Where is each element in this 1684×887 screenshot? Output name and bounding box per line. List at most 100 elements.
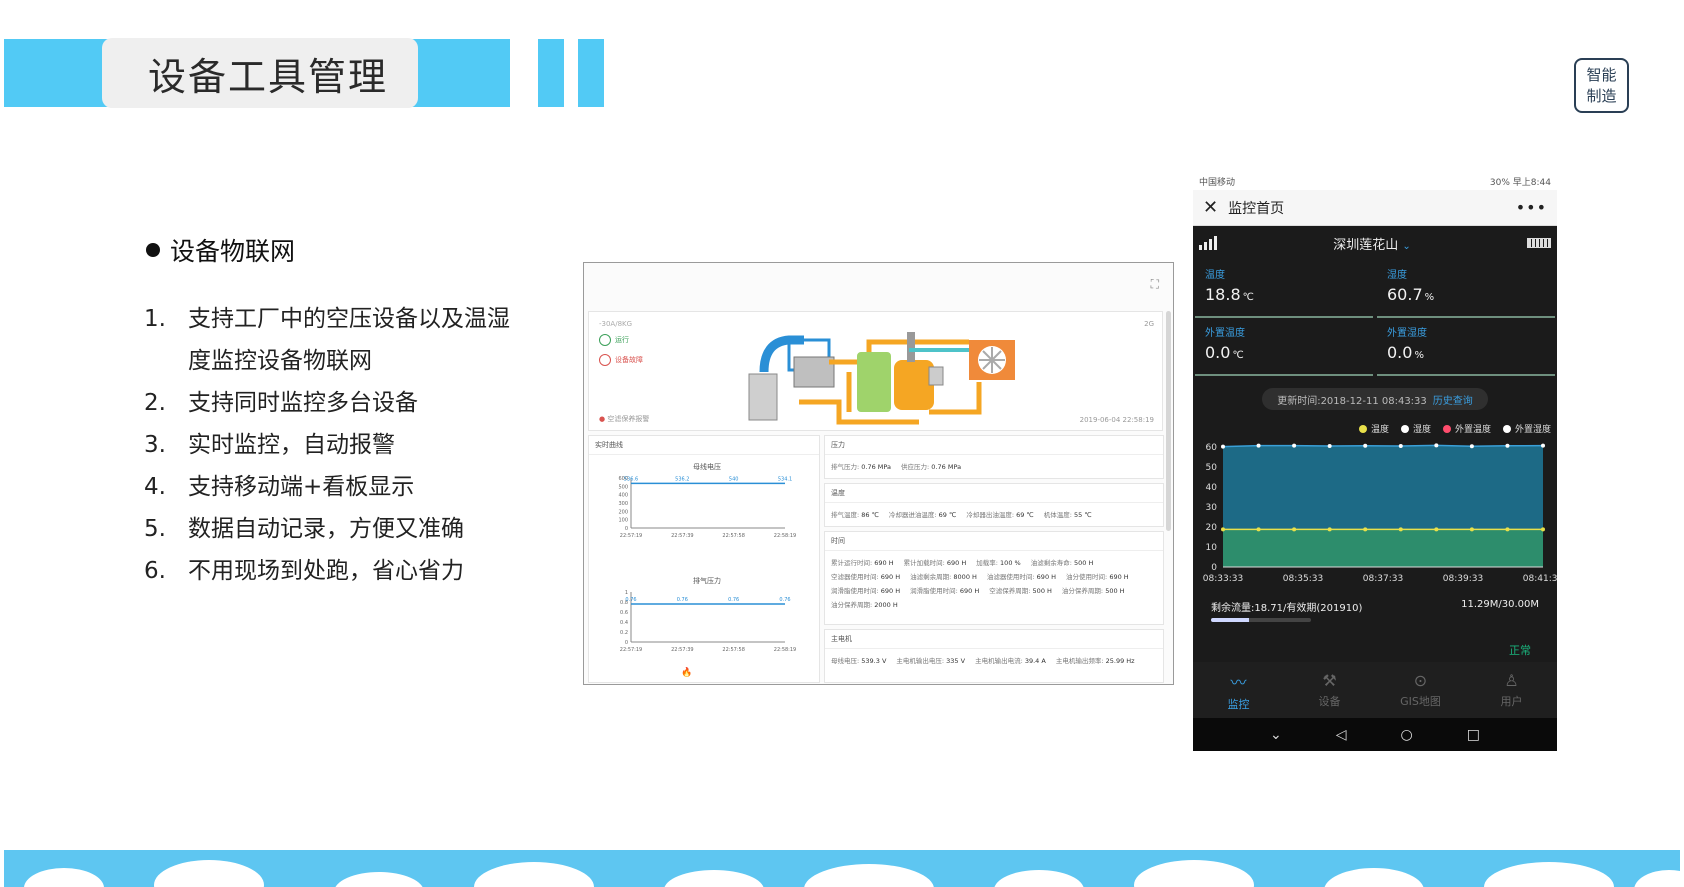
fullscreen-icon[interactable]: ⛶: [1151, 277, 1159, 292]
scrollbar[interactable]: [1166, 311, 1171, 531]
data-label: 540: [729, 476, 739, 482]
tick-label: 0.2: [620, 630, 628, 636]
desktop-dashboard: ⛶ -30A/8KG 运行 设备故障 ● 空滤保养报警 2G 2019-06-0…: [583, 262, 1174, 685]
series-area: [1223, 529, 1543, 567]
data-point: [1398, 527, 1403, 532]
data-point: [1434, 527, 1439, 532]
title-stripe: [578, 39, 604, 107]
tab-device[interactable]: ⚒ 设备: [1284, 662, 1375, 718]
chart-legend: 温度 湿度 外置温度 外置湿度: [1193, 410, 1557, 435]
map-pin-icon: ⊙: [1413, 671, 1428, 690]
data-point: [1327, 527, 1332, 532]
metric-value: 母线电压: 539.3 V: [831, 657, 887, 665]
list-item: 5. 数据自动记录，方便又准确: [144, 516, 464, 542]
legend-item[interactable]: 外置温度: [1442, 422, 1491, 435]
list-item: 4. 支持移动端+看板显示: [144, 474, 415, 500]
metric-value: 主电机输出电压: 335 V: [896, 657, 966, 665]
tick-label: 22:57:39: [671, 533, 693, 539]
temperature-values: 排气温度: 86 ℃ 冷却器进油温度: 69 ℃ 冷却器出油温度: 69 ℃ 机体温度…: [825, 503, 1163, 519]
list-item: 2. 支持同时监控多台设备: [144, 390, 418, 416]
data-point: [1434, 443, 1439, 448]
pressure-panel: 压力 排气压力: 0.76 MPa 供应压力: 0.76 MPa: [824, 435, 1164, 479]
panel-title: 主电机: [825, 630, 1163, 649]
metric-value: 空滤保养周期: 500 H: [989, 587, 1052, 595]
realtime-chart-panel: 实时曲线 母线电压 600 500 400 300 200 100 0 22:57:19 22:…: [588, 435, 820, 683]
metric-value: 润滑脂使用时间: 690 H: [831, 587, 901, 595]
flame-icon: 🔥: [681, 668, 693, 678]
chevron-down-icon: ⌄: [1402, 240, 1411, 252]
tick-label: 22:57:19: [620, 647, 642, 653]
panel-title: 实时曲线: [589, 436, 819, 455]
y-tick-label: 40: [1206, 483, 1218, 493]
tick-label: 0.6: [620, 610, 628, 616]
history-link[interactable]: 历史查询: [1433, 392, 1473, 407]
external-temperature-cell: 外置温度 0.0 ℃: [1195, 318, 1373, 376]
tick-label: 500: [618, 484, 628, 490]
tick-label: 1: [625, 590, 628, 596]
recents-icon[interactable]: □: [1467, 727, 1480, 743]
data-label: 536.6: [624, 476, 638, 482]
legend-item[interactable]: 湿度: [1400, 422, 1431, 435]
data-label: 0.76: [779, 597, 790, 603]
section-heading: 设备物联网: [146, 232, 295, 268]
metric-value: 油分使用时间: 690 H: [1066, 573, 1129, 581]
x-tick-label: 08:35:33: [1283, 574, 1323, 584]
x-tick-label: 08:37:33: [1363, 574, 1403, 584]
signal-icon: [1199, 236, 1217, 250]
more-icon[interactable]: •••: [1516, 198, 1547, 217]
tick-label: 22:57:39: [671, 647, 693, 653]
list-item: 6. 不用现场到处跑，省心省力: [144, 558, 464, 584]
tab-gis-map[interactable]: ⊙ GIS地图: [1375, 662, 1466, 718]
metric-value: 主电机输出电流: 39.4 A: [975, 657, 1046, 665]
slide-title: 设备工具管理: [102, 38, 418, 108]
data-point: [1327, 444, 1332, 448]
humidity-cell: 湿度 60.7%: [1377, 260, 1555, 318]
tick-label: 0: [625, 640, 628, 646]
temperature-cell: 温度 18.8 ℃: [1195, 260, 1373, 318]
close-icon[interactable]: ✕: [1203, 197, 1218, 218]
metric-value: 供应压力: 0.76 MPa: [901, 463, 962, 471]
tab-monitor[interactable]: 〰监控: [1193, 662, 1284, 718]
data-point: [1541, 527, 1545, 532]
tab-user[interactable]: ♙ 用户: [1466, 662, 1557, 718]
system-nav-bar: ⌄ ◁ ○ □: [1193, 718, 1557, 751]
chevron-down-icon[interactable]: ⌄: [1270, 727, 1282, 743]
data-point: [1469, 444, 1474, 449]
location-header: 深圳莲花山 ⌄: [1193, 226, 1557, 260]
flow-progress-bar: [1211, 618, 1311, 622]
tick-label: 22:58:19: [774, 647, 796, 653]
back-icon[interactable]: ◁: [1336, 727, 1347, 743]
data-point: [1505, 443, 1510, 448]
metric-value: 累计运行时间: 690 H: [831, 559, 894, 567]
nav-bar: ✕ 监控首页 •••: [1193, 190, 1557, 226]
tick-label: 22:58:19: [774, 533, 796, 539]
bullet-icon: [146, 243, 160, 257]
legend-item[interactable]: 外置湿度: [1502, 422, 1551, 435]
mobile-app: 中国移动 30% 早上8:44 ✕ 监控首页 ••• 深圳莲花山 ⌄ 温度 18…: [1193, 172, 1557, 751]
x-tick-label: 08:39:33: [1443, 574, 1483, 584]
legend-item[interactable]: 温度: [1358, 422, 1389, 435]
location-selector[interactable]: 深圳莲花山 ⌄: [1333, 234, 1411, 253]
data-point: [1221, 527, 1225, 532]
tick-label: 0.4: [620, 620, 628, 626]
battery-icon: [1526, 238, 1551, 248]
data-point: [1256, 527, 1261, 532]
tick-label: 100: [618, 518, 628, 524]
tools-icon: ⚒: [1322, 671, 1337, 690]
panel-title: 时间: [825, 532, 1163, 551]
panel-title: 温度: [825, 484, 1163, 503]
data-point: [1469, 527, 1474, 532]
data-point: [1256, 443, 1261, 448]
bus-voltage-chart: 600500400300200100022:57:19 22:57:39 22:57…: [618, 476, 796, 539]
home-icon[interactable]: ○: [1401, 727, 1413, 743]
flow-status: 正常: [1509, 644, 1531, 657]
metric-value: 累计加载时间: 690 H: [903, 559, 967, 567]
user-icon: ♙: [1504, 671, 1519, 690]
metric-value: 油滤剩余周期: 8000 H: [910, 573, 977, 581]
tab-bar: 〰监控 ⚒ 设备 ⊙ GIS地图 ♙ 用户: [1193, 662, 1557, 718]
update-time-pill: 更新时间:2018-12-11 08:43:33 历史查询: [1262, 388, 1488, 410]
y-tick-label: 0: [1211, 563, 1217, 573]
motor-values: 母线电压: 539.3 V 主电机输出电压: 335 V 主电机输出电流: 39.4…: [825, 649, 1163, 665]
metric-value: 加载率: 100 %: [976, 559, 1021, 567]
data-label: 534.1: [778, 476, 792, 482]
